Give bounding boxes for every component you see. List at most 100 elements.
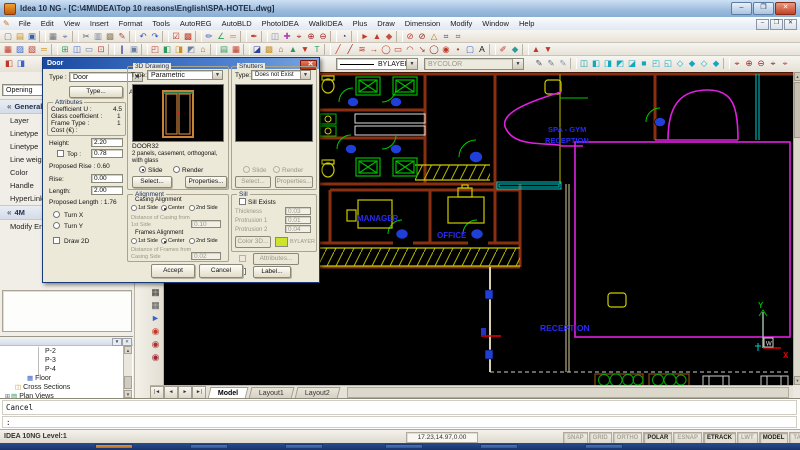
taskbar-item[interactable] [95,444,133,449]
region-icon[interactable]: ◆ [509,44,521,55]
rectangle-icon[interactable]: ▭ [392,44,404,55]
menu-item[interactable]: View [59,18,85,29]
status-toggle[interactable]: POLAR [643,432,672,444]
render-sphere-2-icon[interactable]: ◉ [149,338,162,350]
level-down-icon[interactable]: ▼ [299,44,311,55]
copy-icon[interactable]: ▥ [92,31,104,42]
turn-y-radio[interactable] [53,222,60,229]
sill-exists-checkbox[interactable] [239,198,246,205]
spline-icon[interactable]: ↘ [416,44,428,55]
status-toggle[interactable]: SNAP [563,432,588,444]
view-right-icon[interactable]: ◨ [173,44,185,55]
horizontal-scrollbar[interactable] [347,387,789,398]
tree-scrollbar[interactable]: ▲ ▼ [123,346,132,398]
menu-item[interactable]: File [14,18,36,29]
polygon-icon[interactable]: ◯ [380,44,392,55]
draw-order-2-icon[interactable]: ✎ [545,58,557,69]
cancel-button[interactable]: Cancel [199,264,243,278]
menu-item[interactable]: Insert [85,18,114,29]
tree-panel-header[interactable]: ▼ ✕ [0,337,133,346]
panel-collapse-icon[interactable]: ▼ [112,338,122,346]
wall-inner-icon[interactable]: ▨ [14,44,26,55]
scroll-down-icon[interactable]: ▼ [794,376,800,385]
multiline-icon[interactable]: ≋ [356,44,368,55]
taskbar-item[interactable] [190,444,228,449]
view-cube-sw-icon[interactable]: ◧ [590,58,602,69]
plan-view-icon[interactable]: ◨ [15,58,27,69]
wall-icon[interactable]: ▦ [2,44,14,55]
restore-button[interactable]: ❐ [753,2,774,15]
select-button[interactable]: Select... [132,176,172,188]
menu-item[interactable]: Draw [372,18,400,29]
panel-tool-icon[interactable]: ▣ [128,44,140,55]
status-toggle[interactable]: LWT [737,432,758,444]
scroll-up-icon[interactable]: ▲ [124,346,132,354]
status-toggle[interactable]: TABLET [789,432,800,444]
columns-icon[interactable]: ∥ [116,44,128,55]
mdi-restore-button[interactable]: ❐ [770,19,783,30]
top-checkbox[interactable] [57,150,64,157]
beam-icon[interactable]: ═ [38,44,50,55]
command-history[interactable]: Cancel [2,400,797,415]
triangle-warn-icon[interactable]: △ [428,31,440,42]
window-tool-icon[interactable]: ◫ [71,44,83,55]
properties-button[interactable]: Properties... [185,176,227,188]
new-icon[interactable]: ▢ [2,31,14,42]
menu-item[interactable]: Modify [445,18,477,29]
line-icon[interactable]: ╱ [332,44,344,55]
tree-item[interactable]: P-4 [0,365,124,374]
turn-x-radio[interactable] [53,211,60,218]
view-cube-nw-icon[interactable]: ◩ [614,58,626,69]
point-icon[interactable]: • [452,44,464,55]
tree-item[interactable]: P-3 [0,356,124,365]
length-field[interactable]: 2.00 [91,186,123,195]
angle-measure-icon[interactable]: ∠ [215,31,227,42]
view-cube-top-icon[interactable]: ■ [638,58,650,69]
redo-icon[interactable]: ↷ [149,31,161,42]
menu-item[interactable]: Edit [36,18,59,29]
save-icon[interactable]: ▣ [26,31,38,42]
zoom-out-icon[interactable]: ⊖ [317,31,329,42]
wall-outer-icon[interactable]: ▧ [26,44,38,55]
linetype-combobox[interactable]: BYLAYER ▼ [336,58,418,70]
draw-order-3-icon[interactable]: ✎ [557,58,569,69]
view-diamond-1-icon[interactable]: ◇ [674,58,686,69]
print-preview-icon[interactable]: ⌖ [59,31,71,42]
opening-tool-icon[interactable]: ⊡ [95,44,107,55]
menu-item[interactable]: Plus [348,18,373,29]
frames-1st-radio[interactable] [131,238,137,244]
chevron-down-icon[interactable]: ▼ [300,71,310,79]
grid-edit-icon[interactable]: ▩ [182,31,194,42]
chevron-down-icon[interactable]: ▼ [406,59,417,69]
match-properties-icon[interactable]: ✎ [116,31,128,42]
shutters-type-combobox[interactable]: Does not Exist ▼ [251,70,311,80]
render-sphere-1-icon[interactable]: ◉ [149,325,162,337]
hatch-blue-icon[interactable]: ⌗ [440,31,452,42]
vertical-scrollbar[interactable]: ▲ ▼ [793,72,800,385]
scroll-up-icon[interactable]: ▲ [794,72,800,81]
layer-states-icon[interactable]: ▦ [149,299,162,311]
tree-item[interactable]: ◫Cross Sections [0,383,124,392]
help-icon[interactable]: ◔ [338,31,350,42]
menu-item[interactable]: PhotoIDEA [257,18,304,29]
status-toggle[interactable]: ESNAP [673,432,702,444]
layer-manager-icon[interactable]: ▦ [149,286,162,298]
render-radio[interactable] [173,166,180,173]
no-layer-icon[interactable]: ⊘ [416,31,428,42]
mdi-minimize-button[interactable]: – [756,19,769,30]
rise-field[interactable]: 0.00 [91,174,123,183]
menu-item[interactable]: Help [514,18,539,29]
command-input[interactable]: : [2,416,797,428]
menu-item[interactable]: Tools [147,18,175,29]
taskbar-item[interactable] [285,444,323,449]
menu-item[interactable]: AutoREG [175,18,217,29]
move-down-icon[interactable]: ▼ [542,44,554,55]
attributes-checkbox[interactable] [239,255,246,262]
view-top-icon[interactable]: ◩ [185,44,197,55]
accept-button[interactable]: Accept [151,264,195,278]
status-toggle[interactable]: ORTHO [613,432,643,444]
menu-item[interactable]: WalkIDEA [304,18,348,29]
hatch-gray-icon[interactable]: ⌗ [452,31,464,42]
sketch-icon[interactable]: ✐ [497,44,509,55]
zoom-out-2-icon[interactable]: ⊖ [755,58,767,69]
